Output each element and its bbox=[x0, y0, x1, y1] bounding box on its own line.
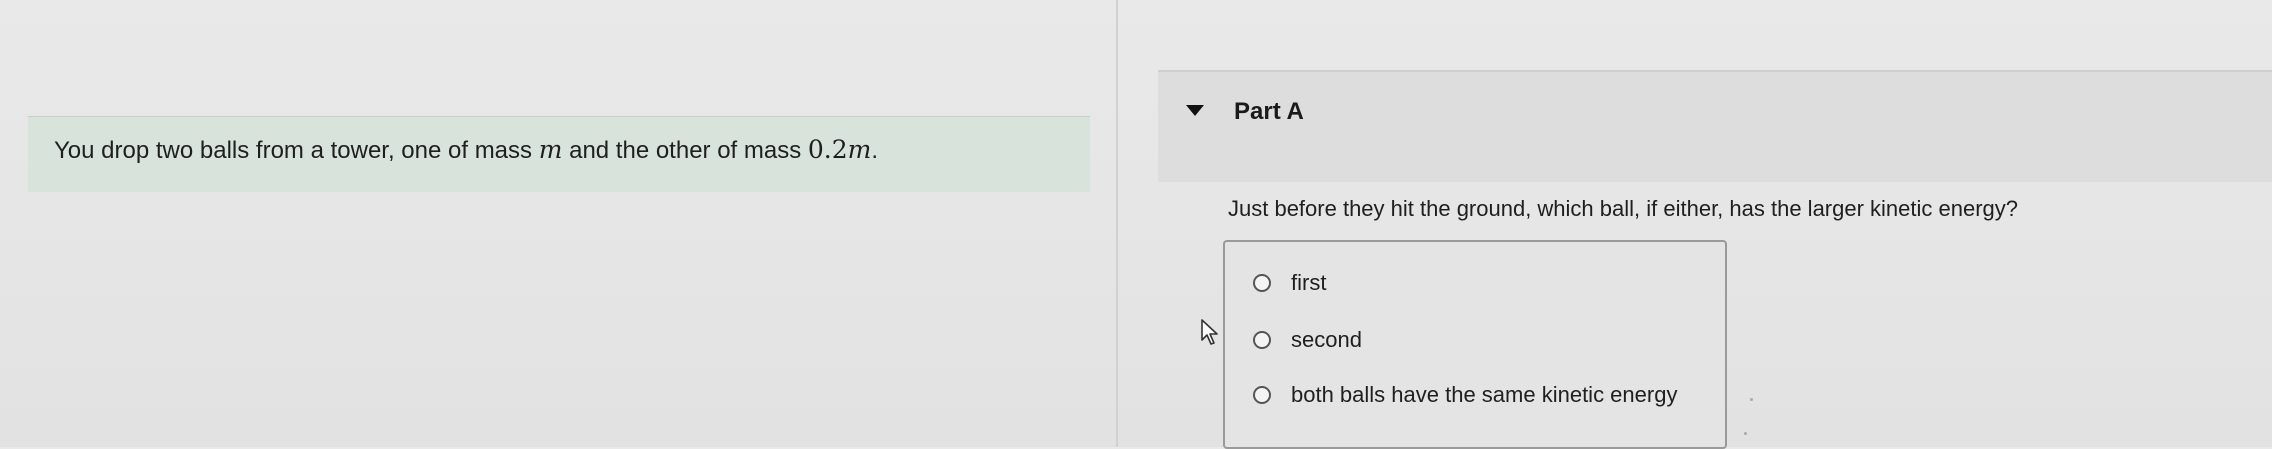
intro-text-middle: and the other of mass bbox=[562, 137, 808, 164]
triangle-down-icon[interactable] bbox=[1186, 105, 1204, 116]
decorative-dot bbox=[1744, 432, 1747, 435]
option-label[interactable]: both balls have the same kinetic energy bbox=[1291, 382, 1677, 408]
option-same-energy[interactable]: both balls have the same kinetic energy bbox=[1253, 380, 1677, 410]
pointer-cursor-icon bbox=[1201, 319, 1218, 345]
radio-button-icon[interactable] bbox=[1253, 386, 1271, 404]
problem-statement-box: You drop two balls from a tower, one of … bbox=[28, 116, 1090, 192]
option-label[interactable]: second bbox=[1291, 327, 1362, 353]
mass2-expression: 0.2m bbox=[808, 135, 871, 164]
intro-text-before: You drop two balls from a tower, one of … bbox=[54, 137, 539, 164]
option-second[interactable]: second bbox=[1253, 325, 1362, 355]
option-label[interactable]: first bbox=[1291, 270, 1326, 296]
problem-intro-panel: You drop two balls from a tower, one of … bbox=[0, 0, 1117, 447]
part-title[interactable]: Part A bbox=[1234, 98, 1304, 126]
decorative-dot bbox=[1750, 398, 1753, 401]
mass2-number: 0.2 bbox=[807, 135, 848, 164]
mass2-symbol: m bbox=[847, 135, 872, 164]
mass-symbol: m bbox=[538, 135, 563, 164]
problem-statement: You drop two balls from a tower, one of … bbox=[54, 135, 878, 166]
question-text: Just before they hit the ground, which b… bbox=[1228, 196, 2019, 221]
radio-button-icon[interactable] bbox=[1253, 274, 1271, 292]
part-a-header[interactable] bbox=[1158, 72, 2272, 182]
question-panel: Part A Just before they hit the ground, … bbox=[1118, 0, 2272, 449]
radio-button-icon[interactable] bbox=[1253, 331, 1271, 349]
intro-text-end: . bbox=[871, 137, 879, 164]
option-first[interactable]: first bbox=[1253, 268, 1326, 298]
